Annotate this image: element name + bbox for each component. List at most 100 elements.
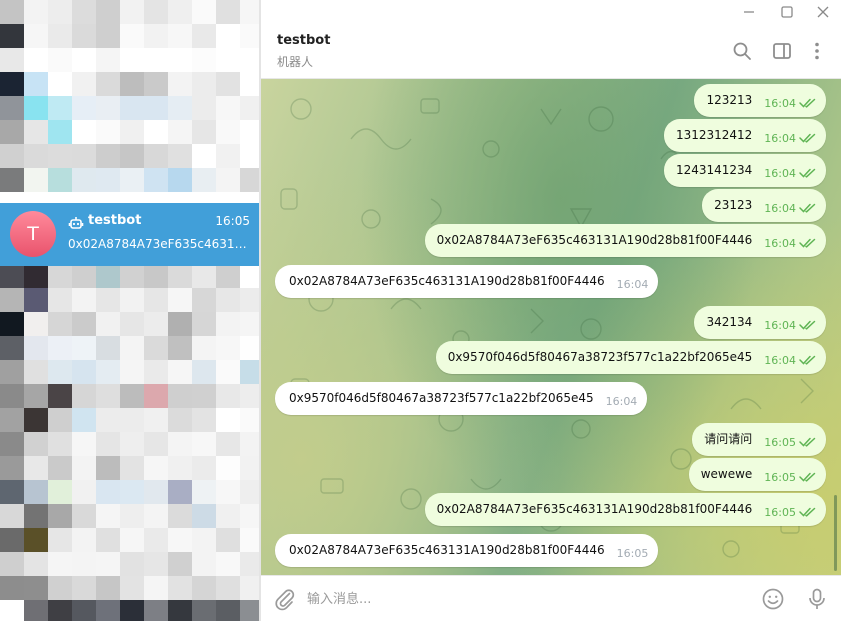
mosaic-tile: [144, 600, 168, 621]
mosaic-tile: [96, 96, 120, 120]
incoming-message[interactable]: 0x02A8784A73eF635c463131A190d28b81f00F44…: [275, 265, 659, 298]
read-checkmarks-icon: [799, 98, 816, 108]
mosaic-tile: [72, 528, 96, 552]
mosaic-tile: [192, 312, 216, 336]
mosaic-tile: [192, 552, 216, 576]
mosaic-tile: [120, 504, 144, 528]
mosaic-tile: [48, 528, 72, 552]
more-options-icon[interactable]: [806, 40, 828, 62]
read-checkmarks-icon: [799, 507, 816, 517]
outgoing-message[interactable]: 0x02A8784A73eF635c463131A190d28b81f00F44…: [424, 493, 826, 526]
mosaic-tile: [0, 528, 24, 552]
mosaic-tile: [120, 456, 144, 480]
mosaic-tile: [72, 480, 96, 504]
message-input[interactable]: [305, 584, 749, 614]
mosaic-tile: [120, 576, 144, 600]
mosaic-tile: [0, 456, 24, 480]
chat-title[interactable]: testbot: [277, 33, 330, 48]
message-text: wewewe: [700, 467, 753, 481]
sidebar-toggle-icon[interactable]: [771, 40, 793, 62]
mosaic-tile: [96, 288, 120, 312]
mosaic-tile: [144, 528, 168, 552]
mosaic-tile: [192, 288, 216, 312]
microphone-icon[interactable]: [805, 587, 829, 611]
mosaic-tile: [216, 528, 240, 552]
attach-icon[interactable]: [273, 587, 297, 611]
outgoing-message[interactable]: 请问请问 16:05: [692, 423, 826, 456]
chat-time: 16:05: [215, 214, 250, 228]
outgoing-message[interactable]: 0x9570f046d5f80467a38723f577c1a22bf2065e…: [435, 341, 826, 374]
mosaic-tile: [0, 600, 24, 621]
search-icon[interactable]: [731, 40, 753, 62]
mosaic-tile: [216, 432, 240, 456]
scrollbar[interactable]: [834, 495, 837, 571]
mosaic-tile: [216, 120, 240, 144]
mosaic-tile: [0, 168, 24, 192]
incoming-message[interactable]: 0x9570f046d5f80467a38723f577c1a22bf2065e…: [275, 382, 648, 415]
mosaic-tile: [144, 360, 168, 384]
mosaic-tile: [0, 504, 24, 528]
mosaic-tile: [192, 48, 216, 72]
mosaic-tile: [0, 336, 24, 360]
minimize-icon[interactable]: [739, 2, 759, 22]
mosaic-tile: [144, 72, 168, 96]
mosaic-tile: [144, 552, 168, 576]
mosaic-tile: [96, 528, 120, 552]
message-history[interactable]: 123213 16:04 1312312412 16:04 1243141234 16:0…: [261, 79, 841, 575]
outgoing-message[interactable]: wewewe 16:05: [688, 458, 826, 491]
mosaic-tile: [216, 408, 240, 432]
outgoing-message[interactable]: 123213 16:04: [694, 84, 826, 117]
mosaic-tile: [144, 480, 168, 504]
outgoing-message[interactable]: 1243141234 16:04: [663, 154, 826, 187]
message-text: 0x9570f046d5f80467a38723f577c1a22bf2065e…: [447, 350, 753, 364]
mosaic-tile: [48, 48, 72, 72]
mosaic-tile: [0, 552, 24, 576]
mosaic-tile: [96, 336, 120, 360]
mosaic-tile: [240, 576, 259, 600]
mosaic-tile: [48, 552, 72, 576]
incoming-message[interactable]: 0x02A8784A73eF635c463131A190d28b81f00F44…: [275, 534, 659, 567]
mosaic-tile: [120, 24, 144, 48]
outgoing-message[interactable]: 23123 16:04: [702, 189, 826, 222]
mosaic-tile: [24, 408, 48, 432]
outgoing-message[interactable]: 342134 16:04: [694, 306, 826, 339]
mosaic-tile: [72, 264, 96, 288]
mosaic-tile: [192, 24, 216, 48]
outgoing-message[interactable]: 1312312412 16:04: [663, 119, 826, 152]
mosaic-tile: [72, 0, 96, 24]
mosaic-tile: [144, 264, 168, 288]
mosaic-tile: [240, 552, 259, 576]
mosaic-tile: [192, 600, 216, 621]
mosaic-tile: [192, 144, 216, 168]
close-icon[interactable]: [813, 2, 833, 22]
mosaic-tile: [72, 600, 96, 621]
chat-list-item-testbot[interactable]: T testbot 16:05 0x02A8784A73eF635c463131…: [0, 203, 259, 266]
mosaic-tile: [24, 288, 48, 312]
message-time: 16:04: [764, 202, 796, 215]
mosaic-tile: [192, 360, 216, 384]
maximize-icon[interactable]: [777, 2, 797, 22]
emoji-icon[interactable]: [761, 587, 785, 611]
mosaic-tile: [144, 432, 168, 456]
message-time: 16:05: [764, 436, 796, 449]
mosaic-tile: [72, 336, 96, 360]
mosaic-tile: [168, 264, 192, 288]
mosaic-tile: [120, 144, 144, 168]
outgoing-message[interactable]: 0x02A8784A73eF635c463131A190d28b81f00F44…: [424, 224, 826, 257]
mosaic-tile: [72, 552, 96, 576]
mosaic-tile: [48, 408, 72, 432]
message-text: 0x02A8784A73eF635c463131A190d28b81f00F44…: [436, 233, 753, 247]
mosaic-tile: [0, 360, 24, 384]
compose-bar: [261, 575, 841, 622]
mosaic-tile: [168, 72, 192, 96]
mosaic-tile: [120, 0, 144, 24]
mosaic-tile: [72, 312, 96, 336]
mosaic-tile: [240, 408, 259, 432]
mosaic-tile: [72, 408, 96, 432]
mosaic-tile: [24, 168, 48, 192]
message-time: 16:05: [764, 471, 796, 484]
mosaic-tile: [96, 312, 120, 336]
mosaic-tile: [240, 336, 259, 360]
mosaic-tile: [192, 384, 216, 408]
mosaic-tile: [120, 96, 144, 120]
